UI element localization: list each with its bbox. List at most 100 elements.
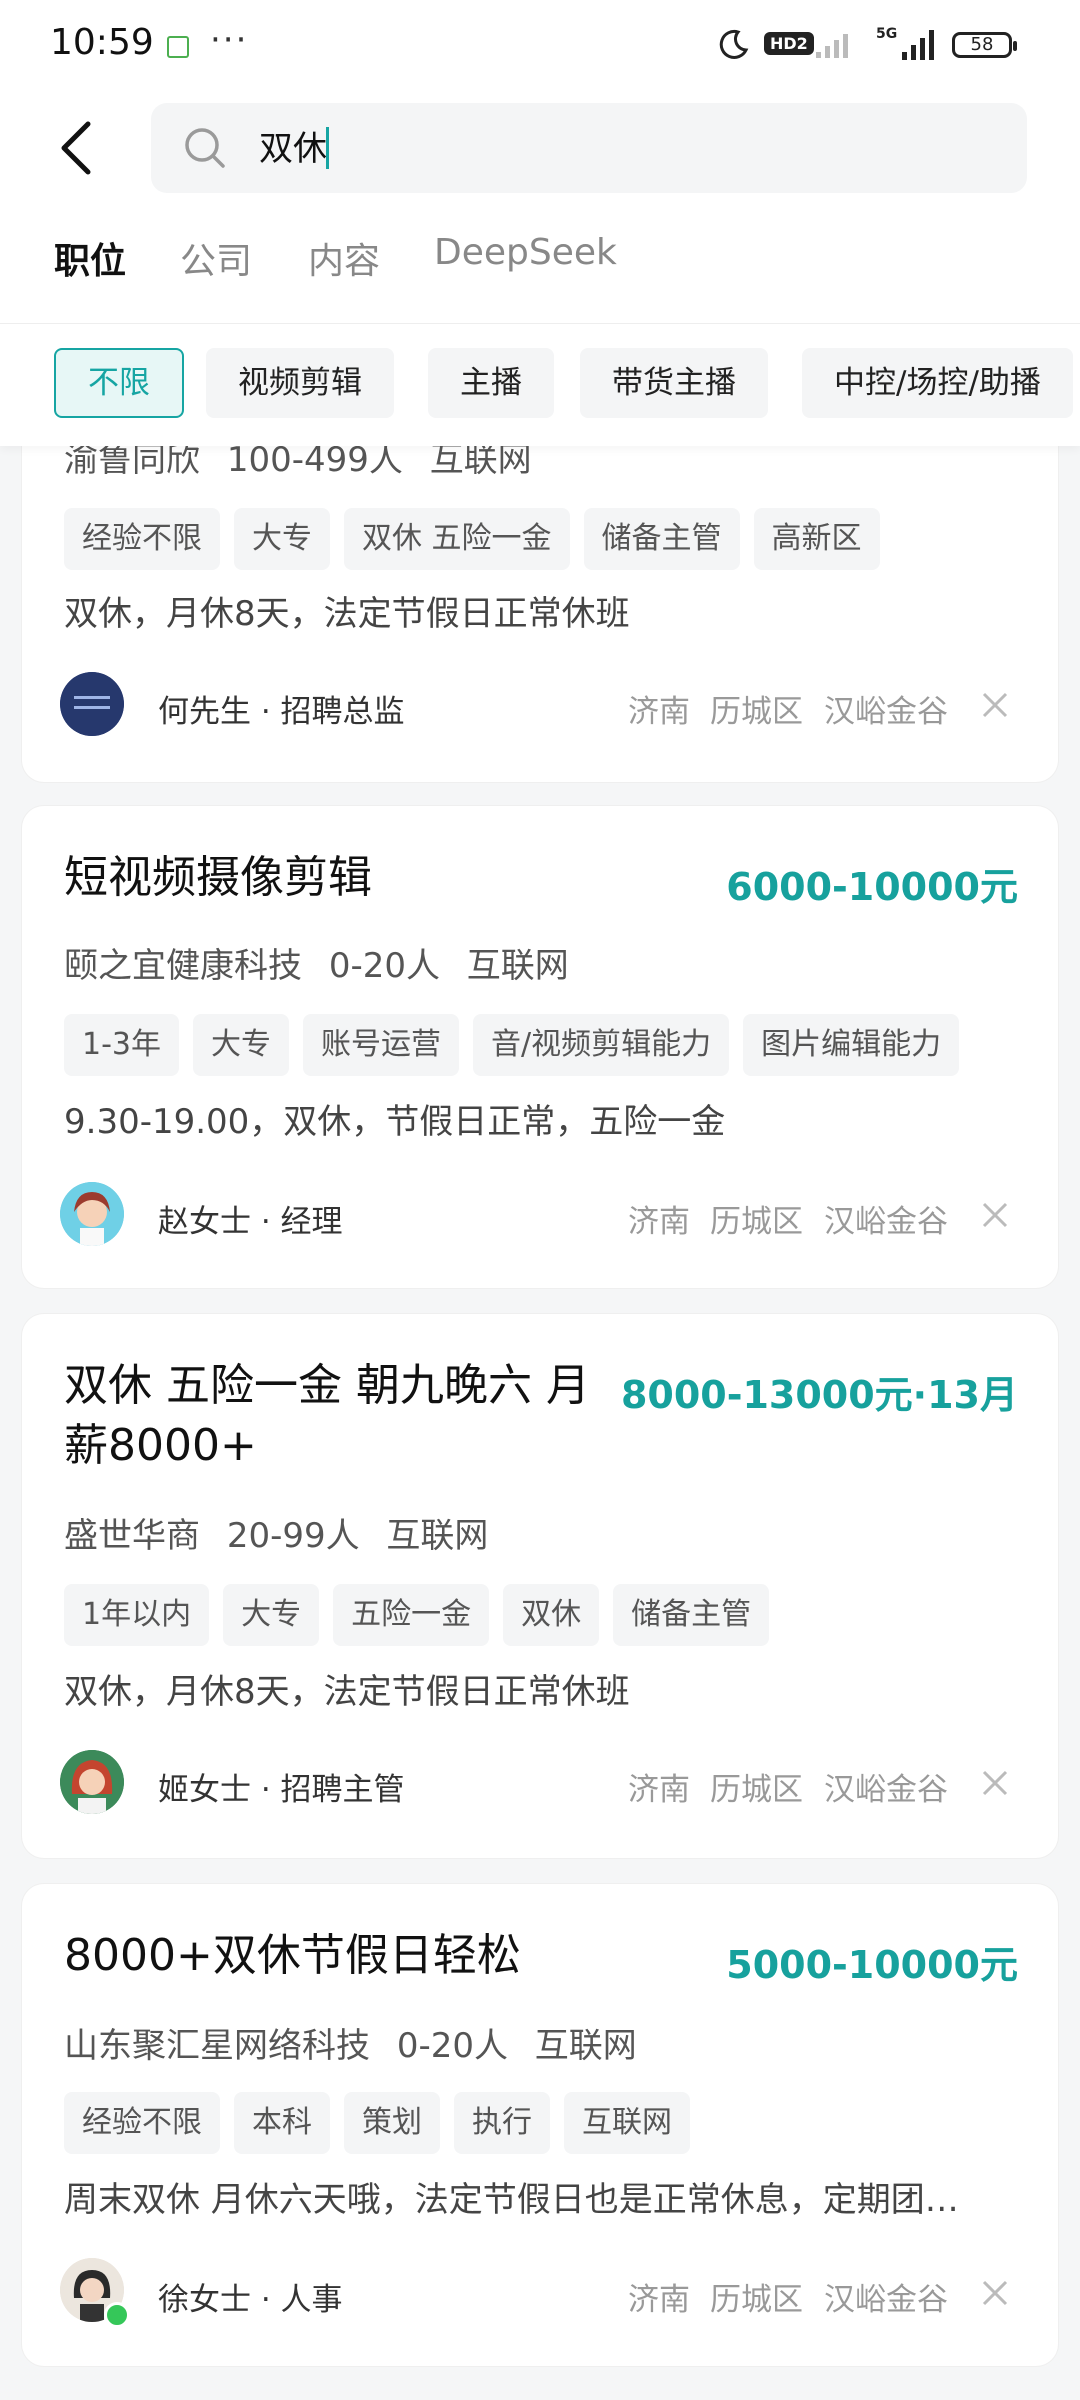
job-tag: 大专	[193, 1014, 289, 1076]
location-area: 汉峪金谷	[824, 2282, 948, 2318]
search-bar[interactable]	[151, 103, 1027, 193]
job-tag: 策划	[344, 2092, 440, 2154]
company-info: 盛世华商 20-99人 互联网	[64, 1508, 504, 1557]
job-title: 短视频摄像剪辑	[64, 852, 372, 903]
job-card[interactable]: 双休 五险一金 朝九晚六 月 薪8000+ 8000-13000元·13月 盛世…	[22, 1314, 1058, 1858]
online-status-dot	[104, 2302, 130, 2328]
job-tag: 账号运营	[303, 1014, 459, 1076]
location-area: 汉峪金谷	[824, 694, 948, 730]
job-tags: 1年以内 大专 五险一金 双休 储备主管	[64, 1584, 783, 1646]
tab-content[interactable]: 内容	[308, 232, 380, 284]
company-industry: 互联网	[466, 946, 569, 986]
filter-chips: 不限 视频剪辑 主播 带货主播 中控/场控/助播	[0, 348, 1080, 422]
back-arrow-icon[interactable]	[56, 118, 96, 178]
hd-badge: HD2	[764, 32, 814, 55]
company-info: 颐之宜健康科技 0-20人 互联网	[64, 938, 585, 987]
job-card[interactable]: 短视频摄像剪辑 6000-10000元 颐之宜健康科技 0-20人 互联网 1-…	[22, 806, 1058, 1288]
job-tag: 本科	[234, 2092, 330, 2154]
company-size: 0-20人	[396, 2026, 508, 2066]
location-district: 历城区	[710, 694, 803, 730]
job-tag: 大专	[234, 508, 330, 570]
job-tag: 五险一金	[333, 1584, 490, 1646]
company-industry: 互联网	[534, 2026, 637, 2066]
recruiter-avatar	[60, 672, 124, 736]
company-size: 20-99人	[226, 1516, 360, 1556]
close-icon[interactable]	[982, 2280, 1008, 2306]
job-salary: 6000-10000元	[726, 865, 1018, 909]
recruiter-avatar	[60, 1182, 124, 1246]
job-tag: 音/视频剪辑能力	[473, 1014, 730, 1076]
job-tag: 执行	[454, 2092, 550, 2154]
job-tag: 1年以内	[64, 1584, 210, 1646]
company-name: 颐之宜健康科技	[64, 946, 302, 986]
job-tag: 经验不限	[64, 508, 220, 570]
search-input[interactable]	[257, 125, 861, 166]
close-icon[interactable]	[982, 692, 1008, 718]
job-tags: 1-3年 大专 账号运营 音/视频剪辑能力 图片编辑能力	[64, 1014, 973, 1076]
location-city: 济南	[628, 1772, 690, 1808]
recruiter-name: 赵女士 · 经理	[158, 1204, 343, 1240]
job-tags: 经验不限 本科 策划 执行 互联网	[64, 2092, 704, 2154]
location-area: 汉峪金谷	[824, 1772, 948, 1808]
battery-indicator: 58	[952, 32, 1017, 58]
job-tag: 储备主管	[583, 508, 740, 570]
filter-chip-sales-host[interactable]: 带货主播	[580, 348, 768, 418]
search-icon	[185, 128, 225, 168]
location-city: 济南	[628, 1204, 690, 1240]
tab-deepseek[interactable]: DeepSeek	[434, 232, 617, 273]
top-header: 10:59 ··· HD2 5G 58 职位	[0, 0, 1080, 446]
close-icon[interactable]	[982, 1770, 1008, 1796]
company-industry: 互联网	[429, 440, 532, 480]
category-tabs: 职位 公司 内容 DeepSeek	[0, 232, 1080, 296]
job-description: 周末双休 月休六天哦，法定节假日也是正常休息，定期团…	[64, 2180, 959, 2220]
filter-chip-control-assist[interactable]: 中控/场控/助播	[802, 348, 1073, 418]
job-tag: 双休	[503, 1584, 600, 1646]
job-description: 双休，月休8天，法定节假日正常休班	[64, 1672, 630, 1712]
location-area: 汉峪金谷	[824, 1204, 948, 1240]
location-city: 济南	[628, 2282, 690, 2318]
status-bar: 10:59 ··· HD2 5G 58	[0, 0, 1080, 92]
close-icon[interactable]	[982, 1202, 1008, 1228]
header-divider	[0, 323, 1080, 324]
recruiter-name: 何先生 · 招聘总监	[158, 694, 405, 730]
job-tags: 经验不限 大专 双休 五险一金 储备主管 高新区	[64, 508, 894, 570]
signal-5g-icon	[902, 30, 934, 60]
company-info: 山东聚汇星网络科技 0-20人 互联网	[64, 2018, 653, 2067]
job-title-line: 双休 五险一金 朝九晚六 月	[64, 1360, 590, 1411]
job-title: 8000+双休节假日轻松	[64, 1930, 521, 1981]
company-name: 盛世华商	[64, 1516, 200, 1556]
filter-chip-all[interactable]: 不限	[54, 348, 184, 418]
status-time: 10:59	[50, 22, 154, 63]
company-name: 渝鲁同欣	[64, 440, 200, 480]
location-district: 历城区	[710, 1772, 803, 1808]
job-tag: 图片编辑能力	[743, 1014, 960, 1076]
job-tag: 1-3年	[64, 1014, 179, 1076]
job-card[interactable]: 8000+双休节假日轻松 5000-10000元 山东聚汇星网络科技 0-20人…	[22, 1884, 1058, 2366]
job-title: 双休 五险一金 朝九晚六 月 薪8000+	[64, 1356, 590, 1476]
tab-positions[interactable]: 职位	[54, 232, 126, 284]
company-name: 山东聚汇星网络科技	[64, 2026, 370, 2066]
company-industry: 互联网	[386, 1516, 489, 1556]
filter-chip-video-editing[interactable]: 视频剪辑	[206, 348, 394, 418]
job-tag: 储备主管	[613, 1584, 770, 1646]
job-tag: 高新区	[753, 508, 880, 570]
do-not-disturb-icon	[719, 29, 749, 59]
job-tag: 经验不限	[64, 2092, 220, 2154]
more-notifications-icon: ···	[210, 20, 249, 60]
tab-companies[interactable]: 公司	[180, 232, 252, 284]
recruiter-name: 徐女士 · 人事	[158, 2282, 343, 2318]
job-salary: 5000-10000元	[726, 1943, 1018, 1987]
recruiter-name: 姬女士 · 招聘主管	[158, 1772, 405, 1808]
company-size: 0-20人	[328, 946, 440, 986]
filter-chip-host[interactable]: 主播	[428, 348, 554, 418]
job-tag: 双休 五险一金	[344, 508, 570, 570]
job-title-line: 薪8000+	[64, 1420, 257, 1471]
signal-icon	[816, 34, 848, 58]
job-salary: 8000-13000元·13月	[620, 1373, 1018, 1417]
job-tag: 互联网	[564, 2092, 690, 2154]
job-description: 双休，月休8天，法定节假日正常休班	[64, 594, 630, 634]
job-tag: 大专	[223, 1584, 320, 1646]
job-description: 9.30-19.00，双休，节假日正常，五险一金	[64, 1102, 726, 1142]
location-district: 历城区	[710, 2282, 803, 2318]
location-city: 济南	[628, 694, 690, 730]
